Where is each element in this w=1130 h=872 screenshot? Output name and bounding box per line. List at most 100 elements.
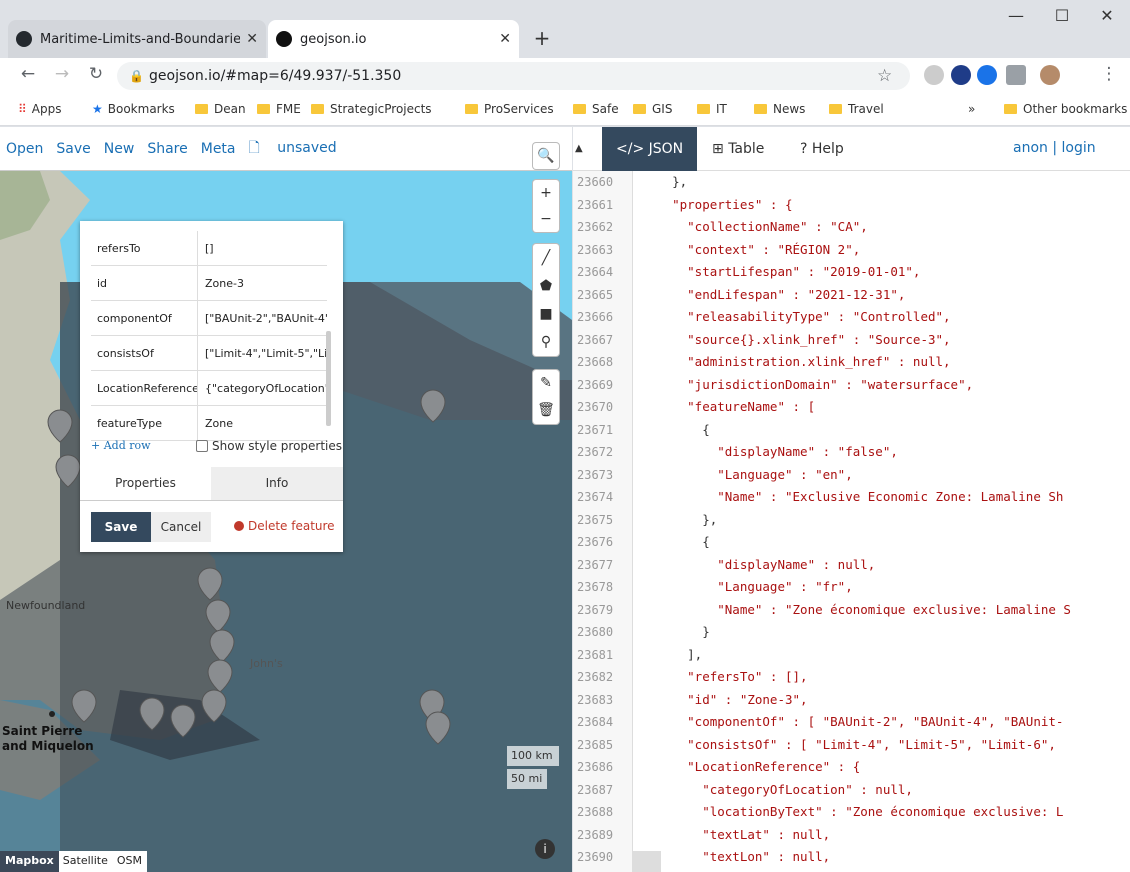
save-menu[interactable]: Save [56,141,90,157]
close-icon[interactable]: ✕ [499,31,511,47]
bookmark-travel[interactable]: Travel [829,100,884,118]
bookmark-it[interactable]: IT [697,100,727,118]
extension-icon[interactable] [951,65,971,85]
folder-icon [573,104,586,114]
delete-icon [234,521,244,531]
open-menu[interactable]: Open [6,141,43,157]
bookmarks-overflow[interactable]: » [968,100,975,118]
info-icon[interactable]: i [535,839,555,859]
scrollbar[interactable] [633,851,661,872]
layer-mapbox[interactable]: Mapbox [0,851,59,872]
save-button[interactable]: Save [91,512,151,542]
scale-km: 100 km [507,746,559,766]
trash-icon[interactable]: 🗑 [533,397,559,424]
draw-marker-icon[interactable]: ⚲ [533,328,559,356]
bookmark-other[interactable]: Other bookmarks [1004,100,1127,118]
zoom-controls: + − [533,180,559,232]
bookmark-news[interactable]: News [754,100,805,118]
bookmark-safe[interactable]: Safe [573,100,619,118]
tab-info[interactable]: Info [211,467,343,500]
new-menu[interactable]: New [104,141,135,157]
github-icon [16,31,32,47]
feature-popup: refersTo[] id Zone-3 componentOf ["BAUnit-… [80,221,343,552]
user-login[interactable]: anon | login [1013,140,1096,156]
add-row-button[interactable]: + Add row [91,439,151,452]
address-bar[interactable]: 🔒 geojson.io/#map=6/49.937/-51.350 [117,62,910,90]
new-tab-button[interactable]: + [529,26,555,52]
cancel-button[interactable]: Cancel [151,512,211,542]
tab-json[interactable]: </> JSON [602,127,698,171]
property-row[interactable]: componentOf ["BAUnit-2","BAUnit-4", [91,301,327,336]
reload-icon[interactable]: ↻ [84,64,108,84]
tab-geojson[interactable]: geojson.io ✕ [268,20,519,58]
edit-icon[interactable]: ✎ [533,370,559,397]
extension-icon[interactable] [1006,65,1026,85]
folder-icon [829,104,842,114]
line-gutter [573,171,633,872]
close-window-button[interactable]: ✕ [1084,6,1130,25]
tab-table[interactable]: ⊞ Table [698,127,778,171]
folder-icon [633,104,646,114]
draw-line-icon[interactable]: ╱ [533,244,559,272]
show-style-toggle[interactable]: Show style properties [196,439,342,453]
lock-icon: 🔒 [129,69,144,83]
search-icon[interactable]: 🔍 [533,143,559,169]
property-row[interactable]: refersTo[] [91,231,327,266]
tab-maritime[interactable]: Maritime-Limits-and-Boundaries ✕ [8,20,266,58]
forward-icon[interactable]: → [50,64,74,84]
extension-icon[interactable] [924,65,944,85]
divider [80,500,343,501]
layer-satellite[interactable]: Satellite [58,851,112,872]
bookmark-strategicprojects[interactable]: StrategicProjects [311,100,432,118]
tab-help[interactable]: ? Help [786,127,858,171]
apps-icon: ⠿ [18,102,27,116]
folder-icon [754,104,767,114]
scrollbar[interactable] [326,331,331,426]
zoom-out-button[interactable]: − [533,206,559,232]
folder-icon [311,104,324,114]
table-icon: ⊞ [712,141,729,157]
menu-icon[interactable]: ⋮ [1097,64,1121,84]
property-row[interactable]: consistsOf ["Limit-4","Limit-5","Lim [91,336,327,371]
maximize-button[interactable]: ☐ [1039,6,1085,25]
map-label-stjohns: John's [250,657,283,670]
map-label-saint-pierre: Saint Pierre [2,724,83,738]
extension-icon[interactable] [977,65,997,85]
delete-feature-button[interactable]: Delete feature [234,519,335,533]
geojson-menu: Open Save New Share Meta 🗋 unsaved [0,127,572,171]
bookmark-star-icon[interactable]: ☆ [877,62,892,90]
avatar[interactable] [1040,65,1060,85]
map-label-newfoundland: Newfoundland [6,599,86,612]
property-row[interactable]: featureType Zone [91,406,327,441]
layer-switcher: Mapbox Satellite OSM [0,851,147,872]
collapse-icon[interactable]: ▲ [575,143,583,154]
layer-osm[interactable]: OSM [111,851,147,872]
star-icon: ★ [92,102,103,116]
edit-tools: ✎ 🗑 [533,370,559,424]
folder-icon [1004,104,1017,114]
draw-tools: ╱ ⬟ ■ ⚲ [533,244,559,356]
property-row[interactable]: LocationReference {"categoryOfLocation":r [91,371,327,406]
bookmark-bookmarks[interactable]: ★ Bookmarks [92,100,175,118]
draw-polygon-icon[interactable]: ⬟ [533,272,559,300]
tab-properties[interactable]: Properties [80,467,211,500]
folder-icon [697,104,710,114]
minimize-button[interactable]: — [993,6,1039,25]
draw-rectangle-icon[interactable]: ■ [533,300,559,328]
bookmark-apps[interactable]: ⠿ Apps [18,100,62,118]
bookmark-dean[interactable]: Dean [195,100,246,118]
bookmark-fme[interactable]: FME [257,100,301,118]
checkbox[interactable] [196,440,208,452]
close-icon[interactable]: ✕ [246,31,258,47]
share-menu[interactable]: Share [147,141,187,157]
bookmark-proservices[interactable]: ProServices [465,100,554,118]
json-editor[interactable] [573,171,1130,872]
back-icon[interactable]: ← [16,64,40,84]
bookmark-gis[interactable]: GIS [633,100,672,118]
scale-mi: 50 mi [507,769,547,789]
geojson-icon [276,31,292,47]
zoom-in-button[interactable]: + [533,180,559,206]
meta-menu[interactable]: Meta [201,141,236,157]
property-row[interactable]: id Zone-3 [91,266,327,301]
map-label-miquelon: and Miquelon [2,739,94,753]
